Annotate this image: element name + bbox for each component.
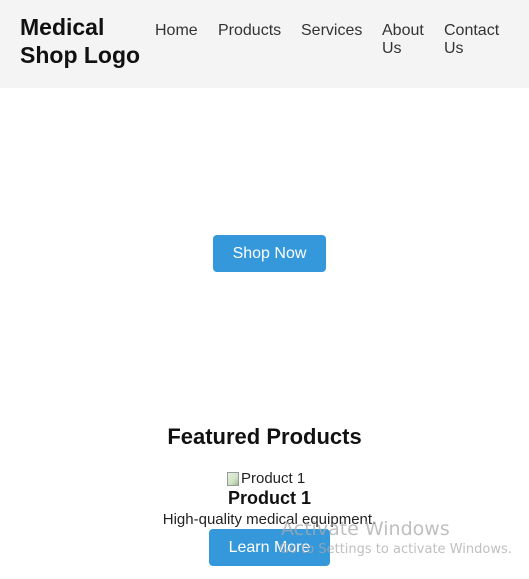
nav-about-link[interactable]: About Us: [382, 22, 424, 58]
nav-products-link[interactable]: Products: [218, 22, 281, 40]
nav-contact-link[interactable]: Contact Us: [444, 22, 499, 58]
product-image-alt: Product 1: [241, 470, 306, 487]
nav-services-link[interactable]: Services: [301, 22, 362, 40]
site-logo[interactable]: Medical Shop Logo: [20, 13, 140, 69]
nav-home-link[interactable]: Home: [155, 22, 198, 40]
product-name: Product 1: [227, 488, 311, 508]
featured-products-heading: Featured Products: [167, 424, 362, 449]
site-header: Medical Shop Logo Home Products Services…: [0, 0, 529, 88]
shop-now-button[interactable]: Shop Now: [213, 235, 326, 272]
product-image: Product 1: [227, 470, 305, 487]
product-description: High-quality medical equipment.: [162, 511, 377, 528]
broken-image-icon: [227, 471, 239, 486]
learn-more-button[interactable]: Learn More: [209, 529, 330, 566]
